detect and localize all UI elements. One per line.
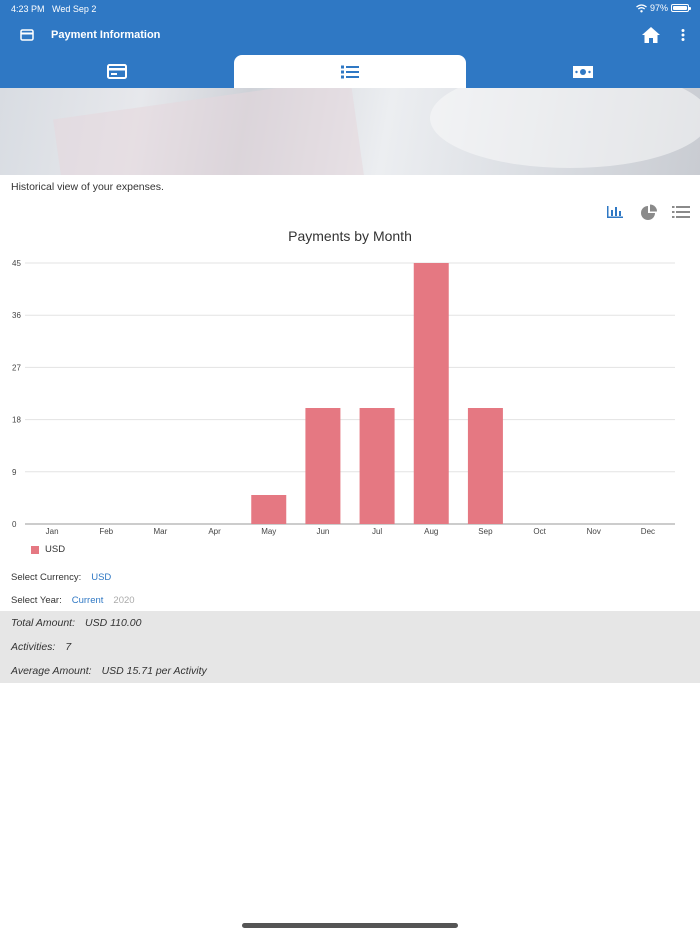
status-right: 97% [636,3,691,13]
total-value: USD 110.00 [85,617,142,629]
currency-label: Select Currency: [11,572,82,583]
credit-card-icon [107,64,127,79]
y-tick-label: 36 [12,311,21,320]
average-label: Average Amount: [11,665,92,677]
list-icon [341,65,359,78]
x-tick-label: Jul [372,527,382,536]
chart-title: Payments by Month [288,228,412,244]
activities-value: 7 [65,641,72,653]
y-tick-label: 45 [12,259,21,268]
year-option-current[interactable]: Current [72,595,104,606]
x-tick-label: Dec [641,527,655,536]
bar [413,263,449,524]
total-label: Total Amount: [11,617,76,629]
status-bar: 4:23 PM Wed Sep 2 97% [0,0,700,17]
x-tick-label: Mar [154,527,168,536]
x-tick-label: Oct [533,527,546,536]
app-header: 4:23 PM Wed Sep 2 97% Payment Informatio… [0,0,700,88]
credit-card-icon[interactable] [20,29,34,41]
x-tick-label: Feb [99,527,113,536]
tab-history[interactable] [234,55,466,88]
bar [305,408,341,524]
bar [467,408,503,524]
bar-chart: 0 9 18 27 36 45 Jan Feb Mar Apr May Jun Jul Aug Sep Oct… [12,259,675,536]
currency-selector: Select Currency: USD [11,572,111,583]
toolbar: Payment Information [0,17,700,55]
page-title: Payment Information [51,29,161,41]
activities-label: Activities: [11,641,56,653]
home-icon[interactable] [641,26,661,44]
tab-bar [0,55,700,88]
list-view-icon[interactable] [672,204,690,220]
currency-option-usd[interactable]: USD [91,572,111,583]
banner-image [0,88,700,175]
chart-legend: USD [31,544,65,555]
page-subtitle: Historical view of your expenses. [11,181,164,193]
wifi-icon [636,3,647,12]
average-value: USD 15.71 per Activity [101,665,207,677]
legend-swatch [31,545,39,554]
pie-chart-icon[interactable] [640,204,658,222]
y-tick-label: 0 [12,520,17,529]
total-amount-row: Total Amount: USD 110.00 [11,617,141,629]
x-tick-label: Jun [316,527,329,536]
x-tick-label: Nov [587,527,601,536]
x-tick-label: Sep [478,527,493,536]
bar-chart-icon[interactable] [606,204,624,220]
x-tick-label: Aug [424,527,438,536]
year-option-2020[interactable]: 2020 [113,595,134,606]
bar [359,408,395,524]
more-options-icon[interactable] [678,28,688,42]
y-tick-label: 27 [12,363,21,372]
y-tick-label: 18 [12,416,21,425]
activities-row: Activities: 7 [11,641,71,653]
x-tick-label: Apr [208,527,221,536]
x-tick-label: May [261,527,276,536]
legend-label: USD [45,544,66,555]
year-selector: Select Year: Current 2020 [11,595,135,606]
status-date: Wed Sep 2 [52,4,97,14]
status-time: 4:23 PM [11,4,45,14]
x-tick-label: Jan [46,527,59,536]
tab-card[interactable] [0,55,234,88]
y-tick-label: 9 [12,468,17,477]
home-indicator[interactable] [242,923,458,928]
year-label: Select Year: [11,595,62,606]
average-amount-row: Average Amount: USD 15.71 per Activity [11,665,207,677]
bar [251,495,287,524]
money-icon [573,65,593,78]
summary-panel: Total Amount: USD 110.00 Activities: 7 A… [0,611,700,683]
tab-money[interactable] [466,55,700,88]
battery-percent: 97% [649,3,668,13]
battery-icon [671,4,691,12]
